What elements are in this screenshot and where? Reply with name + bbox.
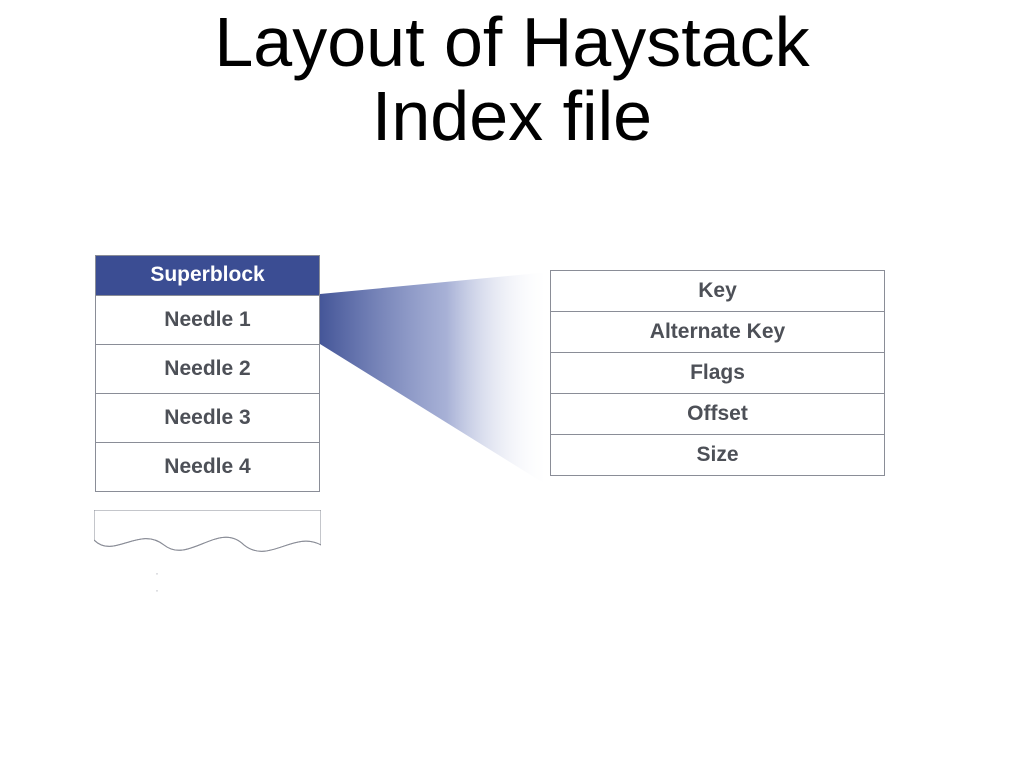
axis-ticks-decorative: ·· — [155, 565, 159, 599]
field-row: Size — [551, 435, 884, 476]
needle-index-fields: Key Alternate Key Flags Offset Size — [550, 270, 885, 476]
index-file-layout: Superblock Needle 1 Needle 2 Needle 3 Ne… — [95, 255, 320, 492]
field-row: Flags — [551, 353, 884, 394]
torn-edge-icon — [94, 510, 321, 570]
needle-row: Needle 2 — [96, 345, 319, 394]
needle-row: Needle 4 — [96, 443, 319, 491]
needle-row: Needle 1 — [96, 296, 319, 345]
field-row: Alternate Key — [551, 312, 884, 353]
diagram-container: Superblock Needle 1 Needle 2 Needle 3 Ne… — [0, 230, 1024, 650]
title-line-2: Index file — [372, 77, 652, 155]
needle-row: Needle 3 — [96, 394, 319, 443]
expand-beam — [320, 272, 550, 487]
field-row: Key — [551, 271, 884, 312]
field-row: Offset — [551, 394, 884, 435]
superblock-header: Superblock — [96, 256, 319, 296]
title-line-1: Layout of Haystack — [214, 3, 809, 81]
slide-title: Layout of Haystack Index file — [0, 0, 1024, 153]
